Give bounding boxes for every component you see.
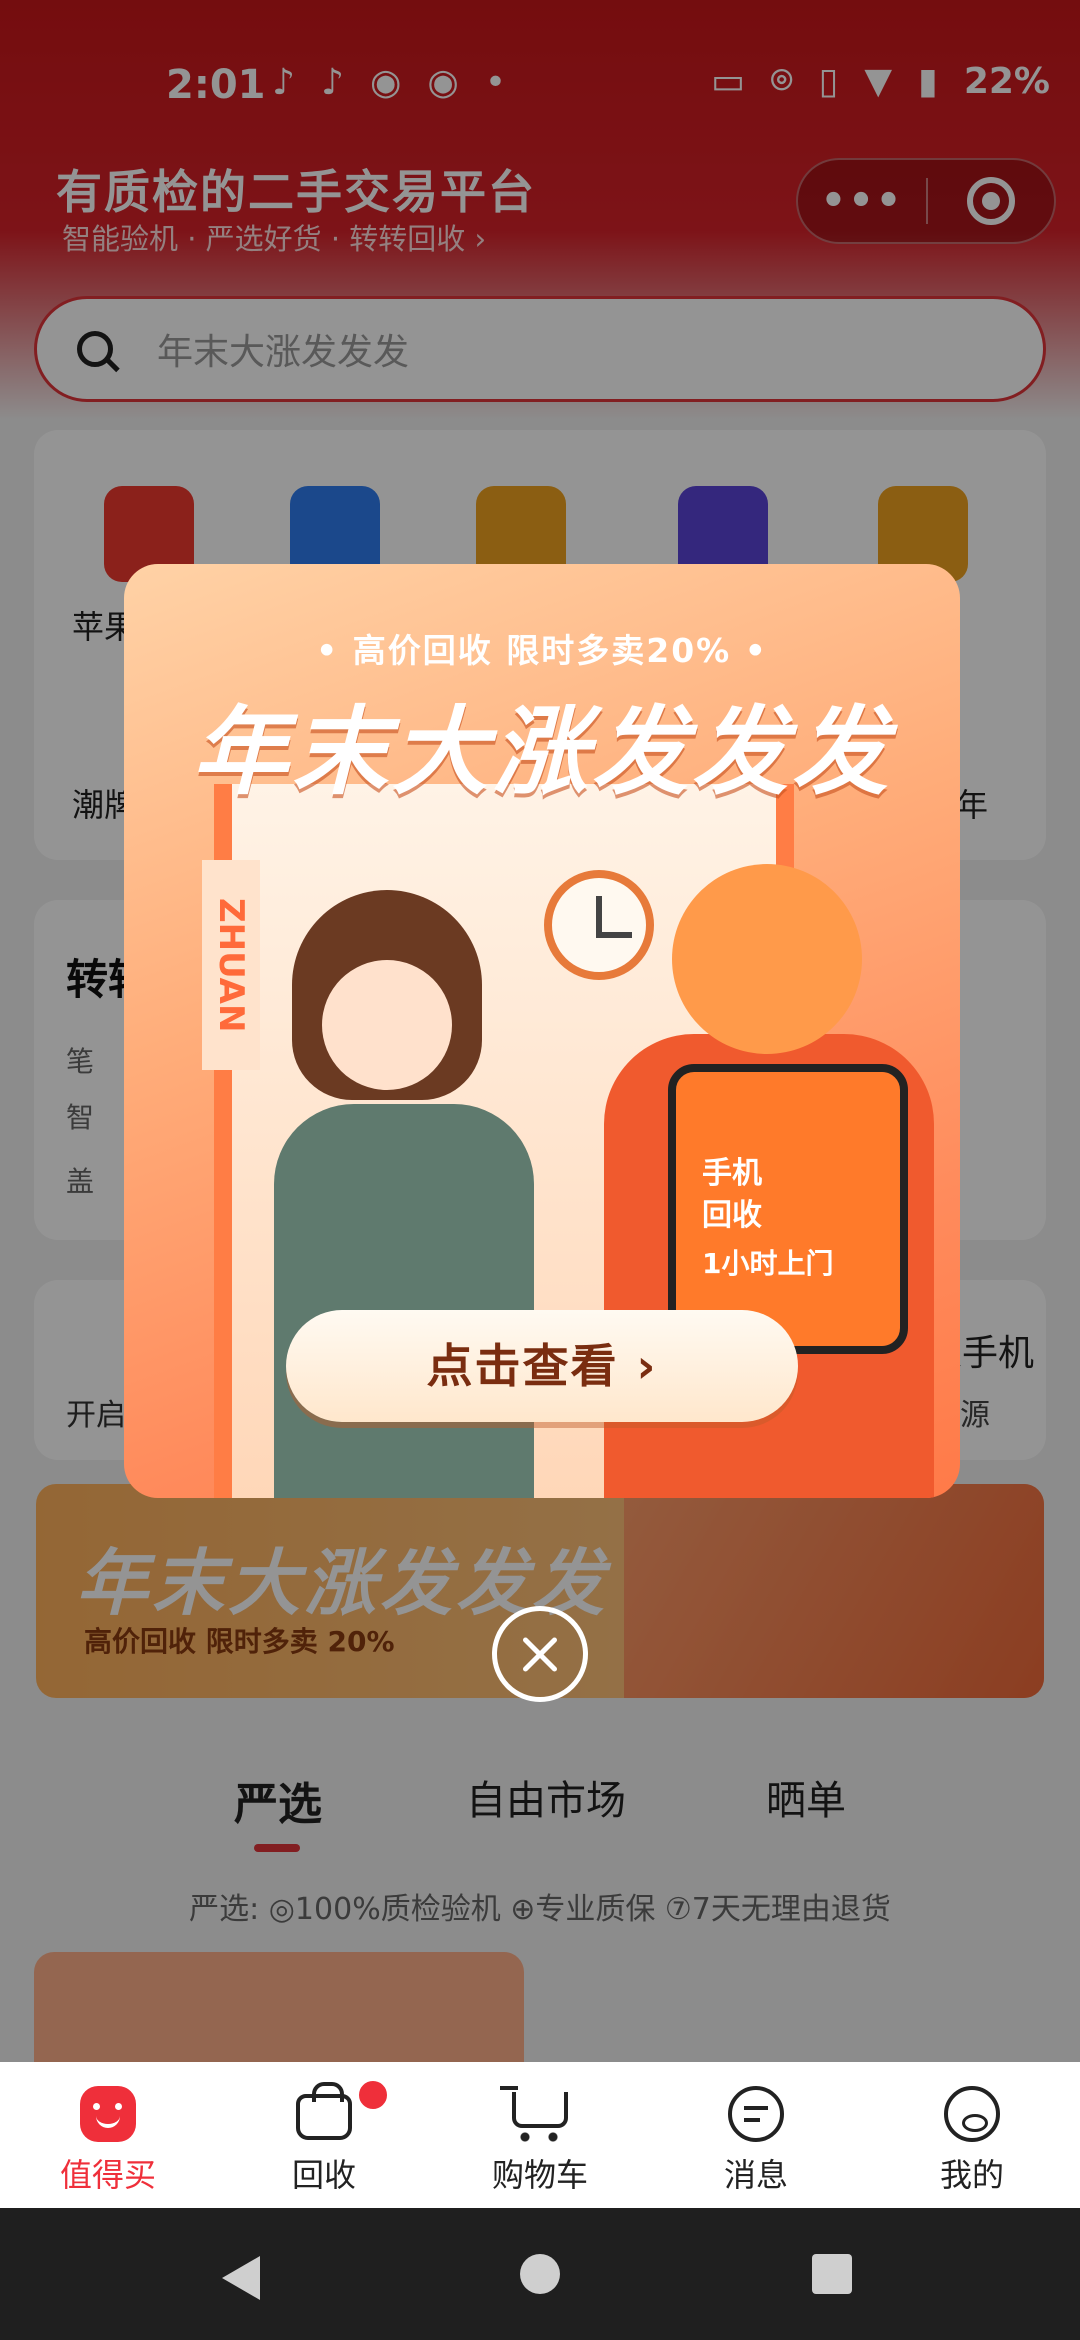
popup-headline: 年末大涨发发发 [192,696,892,808]
system-navigation-bar [0,2208,1080,2340]
tab-label: 回收 [291,2156,356,2194]
bottom-tab-bar: 值得买 回收 购物车 消息 我的 [0,2062,1080,2208]
cart-icon [500,2086,568,2142]
bag-text: 回收 [702,1198,762,1233]
view-now-button[interactable]: 点击查看 › [286,1310,798,1422]
tab-worth-buying[interactable]: 值得买 [0,2062,216,2208]
tab-label: 购物车 [491,2156,588,2194]
tab-mine[interactable]: 我的 [864,2062,1080,2208]
promo-popup[interactable]: ZHUAN 手机 回收 1小时上门 • 高价回收 限时多卖20% • 年末大涨发… [124,564,960,1498]
clock-icon [544,870,654,980]
bag-text: 手机 [702,1156,762,1191]
tab-recycle[interactable]: 回收 [216,2062,432,2208]
tab-label: 消息 [723,2156,788,2194]
recents-icon[interactable] [812,2254,852,2294]
recycle-badge [356,2078,390,2112]
close-popup-button[interactable] [492,1606,588,1702]
tab-cart[interactable]: 购物车 [432,2062,648,2208]
girl-face [322,960,452,1090]
tab-label: 我的 [939,2156,1004,2194]
courier-helmet [672,864,862,1054]
girl-figure [274,1104,534,1498]
bag-text: 1小时上门 [702,1247,834,1280]
smile-bag-icon [80,2086,136,2142]
door-sign: ZHUAN [202,860,260,1070]
back-icon[interactable] [222,2256,260,2300]
message-icon [728,2086,784,2142]
tab-label: 值得买 [59,2156,156,2194]
popup-tagline: • 高价回收 限时多卖20% • [316,631,768,670]
tab-messages[interactable]: 消息 [648,2062,864,2208]
home-icon[interactable] [520,2254,560,2294]
recycle-bag-icon [296,2082,352,2140]
bear-icon [944,2086,1000,2142]
